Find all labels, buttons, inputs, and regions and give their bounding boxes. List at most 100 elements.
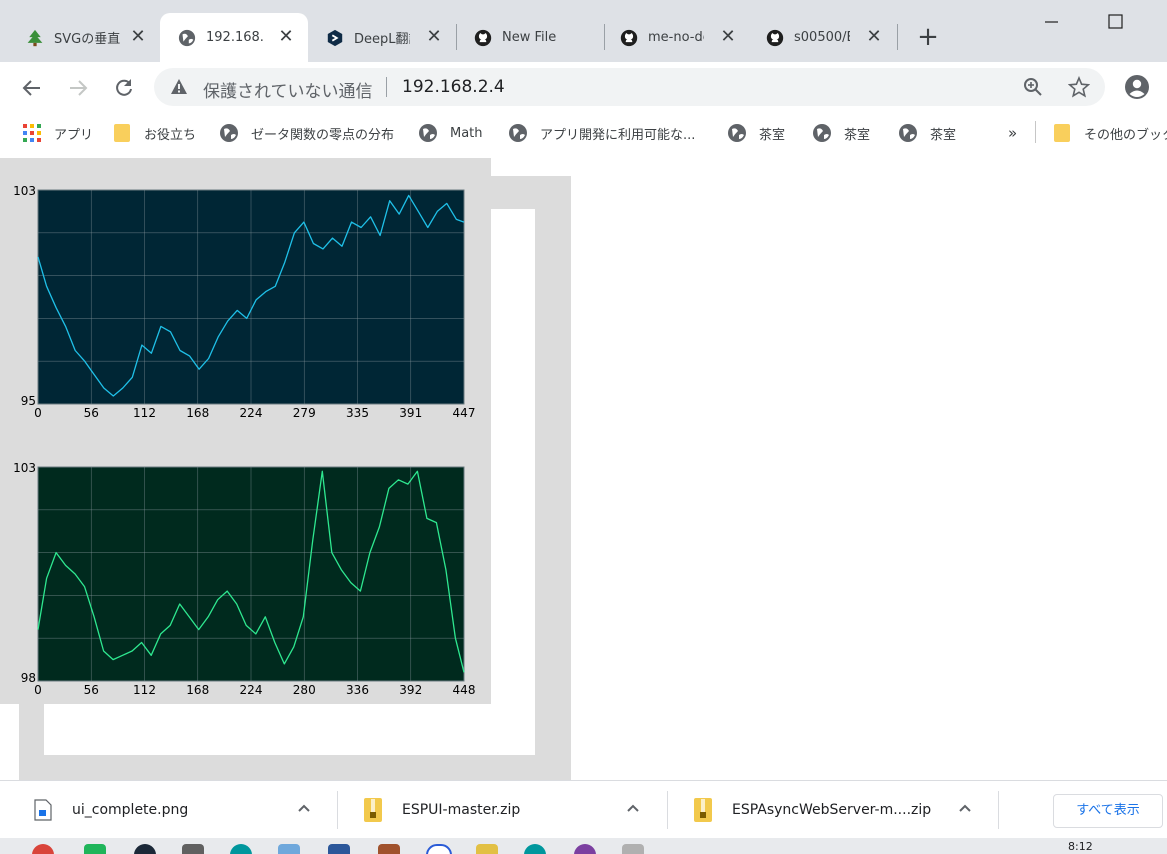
close-icon[interactable]: ✕ (720, 28, 736, 46)
tab-title: SVGの垂直 (54, 32, 121, 47)
bookmark-other-folder[interactable]: その他のブックマーク (1052, 122, 1167, 144)
close-icon[interactable]: ✕ (278, 28, 294, 46)
tab-espui[interactable]: s00500/ESPUI ✕ (750, 13, 896, 62)
x-tick-label: 224 (240, 406, 263, 420)
close-icon[interactable]: ✕ (130, 28, 146, 46)
bookmark-star-icon[interactable] (1067, 75, 1091, 102)
download-filename: ESPUI-master.zip (402, 802, 521, 818)
chevron-up-icon[interactable] (625, 801, 641, 817)
reload-button[interactable] (110, 74, 138, 102)
globe-icon (219, 123, 239, 143)
x-tick-label: 168 (186, 683, 209, 697)
charts-svg: 0 56 112 168 224 279 335 391 447 103 95 0 56 112 168 2… (13, 184, 475, 697)
chevron-up-icon[interactable] (296, 801, 312, 817)
bookmark-folder-oyakudachi[interactable]: お役立ち (112, 122, 196, 144)
taskbar-app-icon[interactable] (574, 844, 596, 854)
tab-svg[interactable]: SVGの垂直 ✕ (0, 13, 160, 62)
page-content: 0 56 112 168 224 279 335 391 447 103 95 0 56 112 168 2… (0, 152, 1167, 780)
bookmarks-bar: アプリ お役立ち ゼータ関数の零点の分布 Math アプリ開発に利用可能な...… (0, 114, 1167, 152)
zoom-icon[interactable] (1023, 77, 1043, 101)
warning-icon[interactable] (170, 78, 188, 99)
x-tick-label: 335 (346, 406, 369, 420)
close-icon[interactable]: ✕ (426, 28, 442, 46)
download-item-ui-complete[interactable]: ui_complete.png (32, 781, 332, 839)
taskbar-app-icon[interactable] (328, 844, 350, 854)
download-divider (998, 791, 999, 829)
x-tick-label: 447 (453, 406, 476, 420)
x-tick-label: 168 (186, 406, 209, 420)
charts-panel: 0 56 112 168 224 279 335 391 447 103 95 0 56 112 168 2… (0, 158, 491, 704)
bookmark-zeta[interactable]: ゼータ関数の零点の分布 (219, 122, 394, 144)
taskbar-app-icon[interactable] (426, 844, 452, 854)
bookmark-chashitsu-1[interactable]: 茶室 (727, 122, 785, 144)
download-item-espui[interactable]: ESPUI-master.zip (362, 781, 662, 839)
tab-me-no-dev[interactable]: me-no-dev ✕ (604, 13, 750, 62)
chart-2: 0 56 112 168 224 280 336 392 448 103 98 (13, 461, 475, 697)
download-filename: ui_complete.png (72, 802, 189, 818)
bookmark-app-dev[interactable]: アプリ開発に利用可能な... (508, 122, 695, 144)
forward-button[interactable] (64, 74, 92, 102)
tab-title: s00500/ESPUI (794, 30, 850, 45)
x-tick-label: 224 (240, 683, 263, 697)
taskbar-app-icon[interactable] (182, 844, 204, 854)
bookmark-chashitsu-3[interactable]: 茶室 (898, 122, 956, 144)
folder-icon (1052, 123, 1072, 143)
new-tab-button[interactable]: + (914, 24, 942, 52)
arrow-left-icon (22, 80, 40, 96)
omnibox-divider (386, 77, 387, 97)
tab-new-file[interactable]: New File (456, 13, 604, 62)
bookmark-label: 茶室 (930, 127, 957, 143)
close-icon[interactable]: ✕ (866, 28, 882, 46)
taskbar-app-icon[interactable] (32, 844, 54, 854)
x-tick-label: 0 (34, 406, 42, 420)
bookmark-label: その他のブックマーク (1084, 127, 1167, 143)
x-tick-label: 0 (34, 683, 42, 697)
security-status[interactable]: 保護されていない通信 (203, 77, 373, 102)
y-tick-label: 103 (13, 184, 36, 198)
tab-deepl[interactable]: DeepL翻訳 ✕ (308, 13, 456, 62)
url-text[interactable]: 192.168.2.4 (402, 77, 505, 97)
download-divider (667, 791, 668, 829)
bookmark-label: Math (450, 125, 483, 141)
profile-avatar-icon[interactable] (1124, 74, 1150, 104)
tab-divider (897, 24, 898, 50)
globe-icon (178, 29, 196, 47)
x-tick-label: 392 (399, 683, 422, 697)
minimize-button[interactable] (1040, 10, 1064, 34)
chevron-up-icon[interactable] (957, 801, 973, 817)
taskbar-app-icon[interactable] (524, 844, 546, 854)
taskbar-app-icon[interactable] (378, 844, 400, 854)
download-filename: ESPAsyncWebServer-m....zip (732, 802, 932, 818)
show-all-downloads-button[interactable]: すべて表示 (1053, 794, 1163, 828)
taskbar-app-icon[interactable] (230, 844, 252, 854)
taskbar-app-icon[interactable] (476, 844, 498, 854)
tab-title: New File (502, 30, 557, 45)
x-tick-label: 280 (293, 683, 316, 697)
bookmark-apps[interactable]: アプリ (22, 122, 93, 144)
bookmarks-overflow-button[interactable]: » (1008, 122, 1017, 144)
bookmark-math[interactable]: Math (418, 122, 483, 144)
zip-file-icon (692, 797, 714, 823)
taskbar-app-icon[interactable] (622, 844, 644, 854)
apps-grid-icon (22, 123, 42, 143)
globe-icon (508, 123, 528, 143)
y-tick-label: 103 (13, 461, 36, 475)
taskbar-app-icon[interactable] (134, 844, 156, 854)
tab-title: me-no-dev (648, 30, 704, 45)
taskbar-app-icon[interactable] (84, 844, 106, 854)
x-tick-label: 56 (84, 683, 99, 697)
x-tick-label: 112 (133, 406, 156, 420)
back-button[interactable] (18, 74, 46, 102)
y-tick-label: 98 (21, 671, 36, 685)
maximize-button[interactable] (1104, 10, 1128, 34)
bookmark-label: アプリ開発に利用可能な... (540, 127, 696, 143)
tab-192-168-2-4[interactable]: 192.168.2.4 ✕ (160, 13, 308, 62)
github-icon (766, 29, 784, 47)
arrow-right-icon (70, 80, 88, 96)
bookmark-chashitsu-2[interactable]: 茶室 (812, 122, 870, 144)
taskbar-app-icon[interactable] (278, 844, 300, 854)
download-item-espasync[interactable]: ESPAsyncWebServer-m....zip (692, 781, 992, 839)
globe-icon (418, 123, 438, 143)
chart-1: 0 56 112 168 224 279 335 391 447 103 95 (13, 184, 475, 420)
address-bar[interactable]: 保護されていない通信 192.168.2.4 (154, 68, 1105, 106)
